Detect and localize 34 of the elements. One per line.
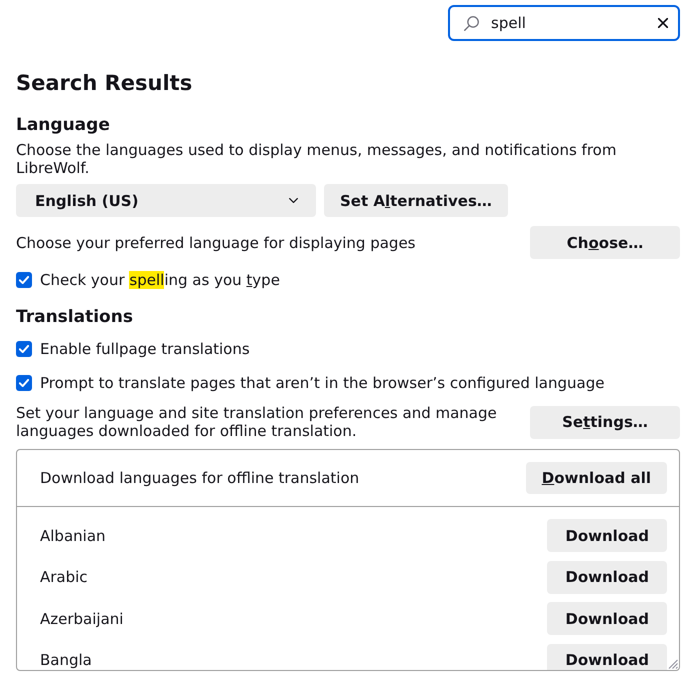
setting-label: Set your language and site translation preferences and manage languages downloaded for offline translation.: [16, 404, 498, 440]
search-icon: [464, 16, 479, 30]
section-heading: Language: [16, 114, 111, 136]
check-icon: [19, 379, 29, 387]
setting-label: Choose your preferred language for displaying pages: [16, 234, 416, 252]
checkbox-label: Prompt to translate pages that aren’t in the browser’s configured language: [40, 374, 604, 392]
language-name: Arabic: [40, 568, 88, 586]
close-icon[interactable]: [658, 18, 668, 28]
download-button[interactable]: Download: [547, 602, 667, 635]
panel-title: Download languages for offline translation: [40, 469, 360, 487]
checkbox-label: Enable fullpage translations: [40, 340, 250, 358]
download-button[interactable]: Download: [547, 560, 667, 594]
download-button[interactable]: Download: [547, 519, 667, 552]
section-description: Choose the languages used to display menus, messages, and notifications from LibreWolf.: [16, 141, 618, 177]
check-icon: [19, 276, 29, 284]
language-name: Bangla: [40, 651, 92, 669]
section-heading: Translations: [16, 306, 134, 328]
checkbox[interactable]: [16, 272, 32, 288]
checkbox-label: Check your spelling as you type: [40, 271, 280, 289]
download-all-button[interactable]: Download all: [526, 462, 667, 494]
page-heading: Search Results: [16, 70, 194, 97]
choose-button[interactable]: Choose…: [530, 226, 680, 259]
chevron-down-icon: [289, 198, 298, 203]
settings-button[interactable]: Settings…: [530, 406, 680, 438]
set-alternatives-button[interactable]: Set Alternatives…: [324, 184, 508, 217]
language-name: Azerbaijani: [40, 610, 124, 628]
language-name: Albanian: [40, 526, 106, 544]
checkbox[interactable]: [16, 375, 32, 391]
search-field[interactable]: spell: [448, 5, 680, 41]
download-button[interactable]: Download: [547, 644, 667, 670]
checkbox[interactable]: [16, 341, 32, 357]
language-dropdown[interactable]: English (US): [16, 184, 316, 217]
check-icon: [19, 345, 29, 353]
resize-grip-icon[interactable]: [668, 659, 678, 669]
